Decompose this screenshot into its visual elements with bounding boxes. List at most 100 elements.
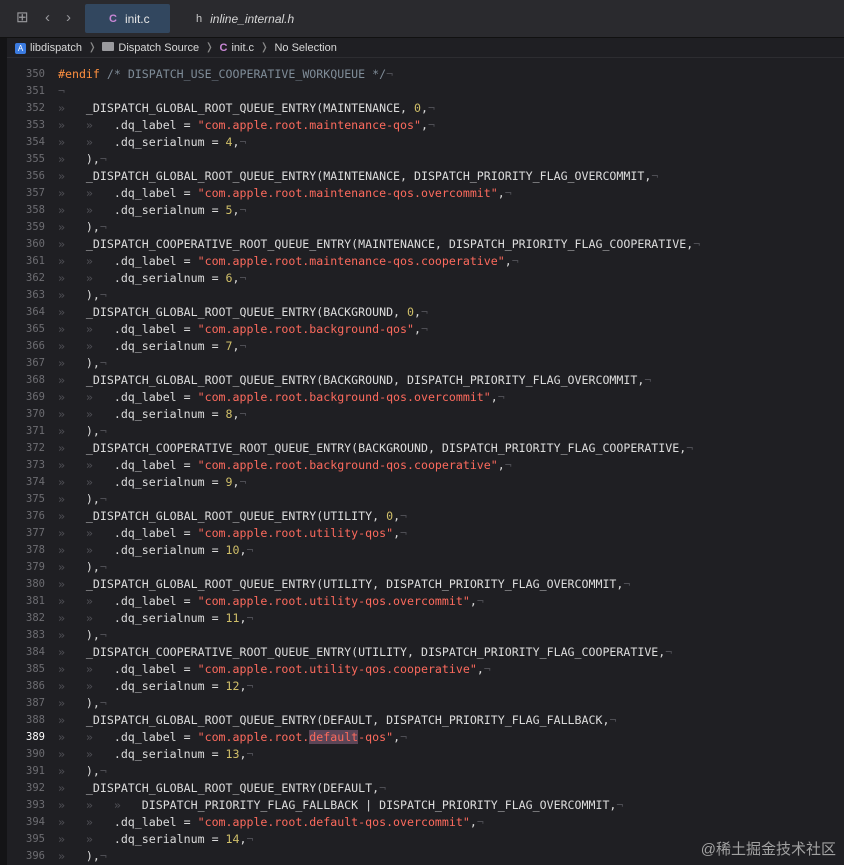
code-line[interactable]: 391 » ),¬ [7,763,844,780]
code-token: ¬ [99,764,107,778]
code-token: , [504,254,512,268]
code-token: , [469,815,477,829]
tab-inline-internal-h[interactable]: h inline_internal.h [188,4,308,33]
code-line[interactable]: 392 » _DISPATCH_GLOBAL_ROOT_QUEUE_ENTRY(D… [7,780,844,797]
code-line[interactable]: 360 » _DISPATCH_COOPERATIVE_ROOT_QUEUE_EN… [7,236,844,253]
code-line[interactable]: 374 » » .dq_serialnum = 9,¬ [7,474,844,491]
code-line[interactable]: 368 » _DISPATCH_GLOBAL_ROOT_QUEUE_ENTRY(B… [7,372,844,389]
tab-init-c[interactable]: C init.c [85,4,170,33]
line-number: 385 [26,663,45,675]
code-token: ¬ [246,679,254,693]
code-line[interactable]: 388 » _DISPATCH_GLOBAL_ROOT_QUEUE_ENTRY(D… [7,712,844,729]
code-line[interactable]: 376 » _DISPATCH_GLOBAL_ROOT_QUEUE_ENTRY(U… [7,508,844,525]
code-line[interactable]: 381 » » .dq_label = "com.apple.root.utili… [7,593,844,610]
source-editor[interactable]: 350 #endif /* DISPATCH_USE_COOPERATIVE_WO… [7,58,844,865]
code-line[interactable]: 353 » » .dq_label = "com.apple.root.maint… [7,117,844,134]
code-line[interactable]: 358 » » .dq_serialnum = 5,¬ [7,202,844,219]
code-text: » _DISPATCH_COOPERATIVE_ROOT_QUEUE_ENTRY… [58,644,672,661]
line-number: 365 [26,323,45,335]
code-token: 10 [225,543,240,557]
line-number: 396 [26,850,45,862]
code-token: ), [85,288,100,302]
h-file-icon: h [196,12,203,25]
line-number: 371 [26,425,45,437]
code-token: , [232,339,240,353]
code-token: ¬ [99,849,107,863]
code-token: ¬ [246,611,254,625]
code-line[interactable]: 390 » » .dq_serialnum = 13,¬ [7,746,844,763]
code-line[interactable]: 356 » _DISPATCH_GLOBAL_ROOT_QUEUE_ENTRY(M… [7,168,844,185]
code-line[interactable]: 371 » ),¬ [7,423,844,440]
grid-icon[interactable]: ⊞ [16,9,29,27]
code-line[interactable]: 352 » _DISPATCH_GLOBAL_ROOT_QUEUE_ENTRY(M… [7,100,844,117]
code-line[interactable]: 385 » » .dq_label = "com.apple.root.utili… [7,661,844,678]
code-line[interactable]: 363 » ),¬ [7,287,844,304]
code-line[interactable]: 351 ¬ [7,83,844,100]
code-token: 5 [225,203,233,217]
code-token: ¬ [427,101,435,115]
forward-chevron-icon[interactable]: › [66,9,71,27]
code-token: , [420,118,428,132]
breadcrumb-group[interactable]: Dispatch Source [118,42,199,54]
code-token: .dq_label = [113,118,198,132]
line-number: 392 [26,782,45,794]
code-line[interactable]: 365 » » .dq_label = "com.apple.root.backg… [7,321,844,338]
line-number: 358 [26,204,45,216]
code-line[interactable]: 393 » » » DISPATCH_PRIORITY_FLAG_FALLBACK… [7,797,844,814]
code-line[interactable]: 369 » » .dq_label = "com.apple.root.backg… [7,389,844,406]
breadcrumb-project[interactable]: libdispatch [30,42,82,54]
line-number: 383 [26,629,45,641]
code-line[interactable]: 377 » » .dq_label = "com.apple.root.utili… [7,525,844,542]
code-token: .dq_serialnum = [113,611,226,625]
code-token: _DISPATCH_GLOBAL_ROOT_QUEUE_ENTRY(UTILIT… [85,577,624,591]
code-text: » _DISPATCH_GLOBAL_ROOT_QUEUE_ENTRY(UTIL… [58,576,630,593]
code-line[interactable]: 375 » ),¬ [7,491,844,508]
code-line[interactable]: 382 » » .dq_serialnum = 11,¬ [7,610,844,627]
code-line[interactable]: 366 » » .dq_serialnum = 7,¬ [7,338,844,355]
code-token: ¬ [58,84,65,98]
code-line[interactable]: 386 » » .dq_serialnum = 12,¬ [7,678,844,695]
line-number: 373 [26,459,45,471]
line-number: 362 [26,272,45,284]
back-chevron-icon[interactable]: ‹ [45,9,50,27]
code-token: ¬ [400,509,408,523]
breadcrumb-file[interactable]: init.c [231,42,254,54]
code-token: , [414,305,421,319]
code-line[interactable]: 383 » ),¬ [7,627,844,644]
code-line[interactable]: 367 » ),¬ [7,355,844,372]
code-token: ¬ [386,67,394,81]
code-token: » » [58,543,114,557]
code-token: » [58,849,86,863]
code-line[interactable]: 378 » » .dq_serialnum = 10,¬ [7,542,844,559]
code-text: » » .dq_label = "com.apple.root.default-… [58,814,484,831]
code-line[interactable]: 384 » _DISPATCH_COOPERATIVE_ROOT_QUEUE_EN… [7,644,844,661]
code-token: "com.apple.root.maintenance-qos" [197,118,421,132]
code-line[interactable]: 379 » ),¬ [7,559,844,576]
code-line[interactable]: 364 » _DISPATCH_GLOBAL_ROOT_QUEUE_ENTRY(B… [7,304,844,321]
code-line[interactable]: 394 » » .dq_label = "com.apple.root.defau… [7,814,844,831]
code-token: .dq_serialnum = [113,475,226,489]
code-line[interactable]: 354 » » .dq_serialnum = 4,¬ [7,134,844,151]
code-line[interactable]: 387 » ),¬ [7,695,844,712]
code-line[interactable]: 357 » » .dq_label = "com.apple.root.maint… [7,185,844,202]
code-token: » » [58,475,114,489]
breadcrumb-selection[interactable]: No Selection [274,42,336,54]
code-line[interactable]: 359 » ),¬ [7,219,844,236]
code-line[interactable]: 389 » » .dq_label = "com.apple.root.defau… [7,729,844,746]
code-line[interactable]: 380 » _DISPATCH_GLOBAL_ROOT_QUEUE_ENTRY(U… [7,576,844,593]
code-line[interactable]: 372 » _DISPATCH_COOPERATIVE_ROOT_QUEUE_EN… [7,440,844,457]
code-line[interactable]: 350 #endif /* DISPATCH_USE_COOPERATIVE_WO… [7,66,844,83]
code-line[interactable]: 373 » » .dq_label = "com.apple.root.backg… [7,457,844,474]
line-number: 350 [26,68,45,80]
code-line[interactable]: 370 » » .dq_serialnum = 8,¬ [7,406,844,423]
code-token: #endif [58,67,107,81]
code-token: » » [58,203,114,217]
code-line[interactable]: 362 » » .dq_serialnum = 6,¬ [7,270,844,287]
code-token: "com.apple.root.background-qos.overcommi… [197,390,491,404]
code-token: , [232,135,240,149]
line-number: 393 [26,799,45,811]
code-line[interactable]: 361 » » .dq_label = "com.apple.root.maint… [7,253,844,270]
code-token: ¬ [239,203,247,217]
code-text: » ),¬ [58,695,107,712]
code-line[interactable]: 355 » ),¬ [7,151,844,168]
